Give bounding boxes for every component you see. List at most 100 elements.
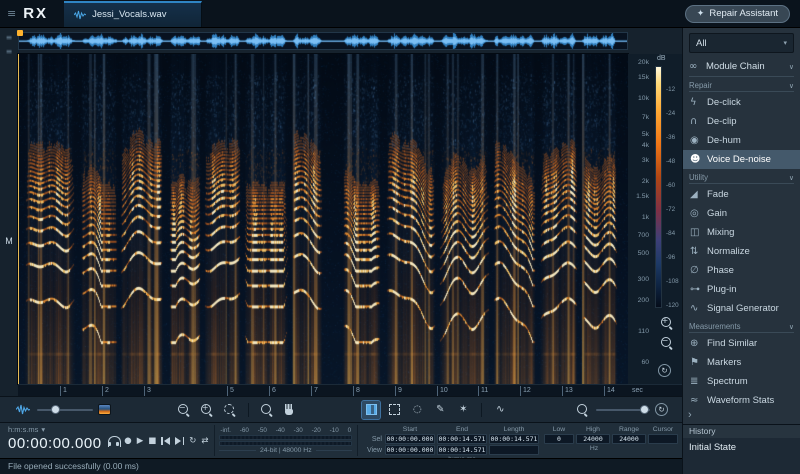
module-item-markers[interactable]: ⚑ Markers: [683, 353, 800, 372]
zoom-tool-button[interactable]: [258, 401, 276, 419]
selection-tools: ◌ ✎ ✶ ∿: [362, 401, 509, 419]
spectrum-icon: ≣: [690, 376, 707, 387]
zoom-in-button[interactable]: +: [198, 401, 216, 419]
reset-horizontal-zoom-button[interactable]: ↻: [655, 403, 668, 416]
brush-selection-tool[interactable]: ✎: [431, 401, 449, 419]
view-length-field[interactable]: [489, 445, 539, 455]
link-transport-button[interactable]: ⇄: [201, 436, 208, 446]
hand-tool-button[interactable]: [281, 401, 299, 419]
view-start-field[interactable]: 00:00:00.000: [385, 445, 435, 455]
history-item[interactable]: Initial State: [683, 438, 800, 457]
meter-bar-left[interactable]: [219, 435, 352, 440]
mixing-icon: ◫: [690, 227, 707, 238]
meter-bar-right[interactable]: [219, 441, 352, 446]
zoom-out-button[interactable]: −: [175, 401, 193, 419]
chevron-down-icon: ▾: [41, 425, 45, 434]
stop-button[interactable]: ■: [148, 436, 156, 446]
time-display[interactable]: 00:00:00.000: [8, 435, 103, 452]
module-item-plug-in[interactable]: ⊶ Plug-in: [683, 280, 800, 299]
zoom-level-button[interactable]: [573, 401, 591, 419]
lasso-selection-tool[interactable]: ◌: [408, 401, 426, 419]
module-item-spectrum[interactable]: ≣ Spectrum: [683, 372, 800, 391]
module-item-de-hum[interactable]: ◉ De-hum: [683, 131, 800, 150]
freq-cursor-field[interactable]: [648, 434, 678, 444]
view-end-field[interactable]: 00:00:14.571: [437, 445, 487, 455]
de-clip-icon: ∩: [690, 116, 707, 127]
chevron-down-icon: ▾: [783, 39, 787, 47]
freq-range-field[interactable]: 24000: [612, 434, 646, 444]
monitor-icon[interactable]: [108, 436, 119, 445]
chevron-icon: ∨: [789, 63, 794, 71]
zoom-in-frequency-button[interactable]: +: [660, 316, 673, 329]
brush-icon: ✎: [436, 404, 444, 415]
sel-length-field[interactable]: 00:00:14.571: [489, 434, 539, 444]
status-bar: File opened successfully (0.00 ms): [0, 458, 682, 474]
module-item-phase[interactable]: ∅ Phase: [683, 261, 800, 280]
module-item-de-click[interactable]: ϟ De-click: [683, 93, 800, 112]
sel-start-field[interactable]: 00:00:00.000: [385, 434, 435, 444]
view-options-icon[interactable]: ≡: [6, 47, 13, 56]
module-item-fade[interactable]: ◢ Fade: [683, 185, 800, 204]
reset-zoom-button[interactable]: ↻: [658, 364, 671, 377]
slider-knob[interactable]: [51, 405, 60, 414]
section-measurements[interactable]: Measurements ∨: [689, 322, 794, 333]
level-meter: -inf.-60-50-40-30-20-100 24-bit | 48000 …: [219, 425, 352, 456]
play-button[interactable]: ▶: [137, 436, 144, 446]
audio-file-icon: [74, 10, 86, 20]
horizontal-zoom-controls: ↻: [573, 401, 668, 419]
section-repair[interactable]: Repair ∨: [689, 81, 794, 92]
ruler-unit-label: sec: [632, 386, 643, 396]
module-item-signal-generator[interactable]: ∿ Signal Generator: [683, 299, 800, 318]
module-item-voice-de-noise[interactable]: ☻ Voice De-noise: [683, 150, 800, 169]
playhead-line[interactable]: [18, 54, 19, 384]
spectrogram-canvas[interactable]: [18, 54, 628, 384]
module-chain-item[interactable]: ∞ Module Chain ∨: [683, 58, 800, 74]
draw-curve-tool[interactable]: ∿: [491, 401, 509, 419]
loop-button[interactable]: ↻: [189, 436, 196, 446]
waveform-display-icon[interactable]: [14, 401, 32, 419]
module-item-gain[interactable]: ◎ Gain: [683, 204, 800, 223]
module-item-waveform-stats[interactable]: ≈ Waveform Stats: [683, 391, 800, 410]
horizontal-zoom-slider[interactable]: [596, 409, 650, 411]
overview-waveform-canvas[interactable]: [19, 33, 627, 49]
overview-options-icon[interactable]: ≡: [6, 33, 13, 42]
magic-wand-icon: ✶: [459, 404, 467, 415]
frequency-scale: 20k 15k 10k 7k 5k 4k 3k 2k 1.5k 1k 700 5…: [628, 54, 652, 384]
chevron-icon: ∨: [789, 82, 794, 90]
zoom-selection-button[interactable]: [221, 401, 239, 419]
menu-icon[interactable]: ≡: [7, 7, 16, 20]
repair-assistant-button[interactable]: ✦ Repair Assistant: [685, 5, 790, 23]
time-selection-tool[interactable]: [362, 401, 380, 419]
module-item-de-clip[interactable]: ∩ De-clip: [683, 112, 800, 131]
module-item-find-similar[interactable]: ⊕ Find Similar: [683, 334, 800, 353]
time-frequency-selection-tool[interactable]: [385, 401, 403, 419]
time-ruler[interactable]: 1 2 3 5 6 7 8 9 10 11 12 13 14 sec: [18, 384, 682, 396]
module-filter-dropdown[interactable]: All ▾: [689, 33, 794, 53]
channel-label: M: [0, 236, 18, 246]
file-tab[interactable]: Jessi_Vocals.wav: [64, 1, 201, 27]
gain-icon: ◎: [690, 208, 707, 219]
freq-high-field[interactable]: 24000: [576, 434, 610, 444]
sel-end-field[interactable]: 00:00:14.571: [437, 434, 487, 444]
playhead-marker[interactable]: [17, 30, 23, 36]
skip-to-end-button[interactable]: [175, 437, 184, 445]
skip-to-start-button[interactable]: [161, 437, 170, 445]
freq-low-field[interactable]: 0: [544, 434, 574, 444]
magic-wand-tool[interactable]: ✶: [454, 401, 472, 419]
panel-collapse-button[interactable]: ›: [688, 409, 692, 421]
time-format-selector[interactable]: h:m:s.ms ▾: [8, 425, 103, 434]
record-button[interactable]: ●: [124, 436, 131, 446]
lasso-icon: ◌: [413, 404, 422, 415]
display-blend-slider[interactable]: [37, 409, 93, 411]
selection-info: Start End Length Sel 00:00:00.000 00:00:…: [363, 425, 539, 456]
module-item-mixing[interactable]: ◫ Mixing: [683, 223, 800, 242]
hand-icon: [284, 404, 295, 416]
topbar: ≡ RX Jessi_Vocals.wav ✦ Repair Assistant: [0, 0, 800, 28]
spectrogram-display[interactable]: [18, 54, 628, 384]
slider-knob[interactable]: [640, 405, 649, 414]
zoom-out-frequency-button[interactable]: −: [660, 336, 673, 349]
section-utility[interactable]: Utility ∨: [689, 173, 794, 184]
module-item-normalize[interactable]: ⇅ Normalize: [683, 242, 800, 261]
spectrogram-display-icon[interactable]: [98, 404, 111, 415]
waveform-overview[interactable]: [18, 32, 628, 50]
